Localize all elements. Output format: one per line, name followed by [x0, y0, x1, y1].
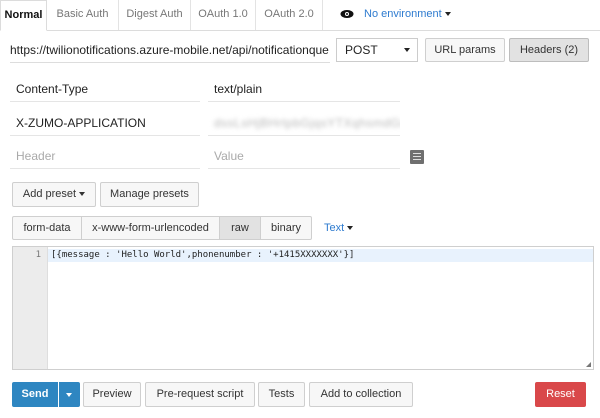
url-params-button[interactable]: URL params — [425, 38, 505, 62]
tab-oauth-1[interactable]: OAuth 1.0 — [191, 0, 256, 30]
send-button[interactable]: Send — [12, 382, 58, 407]
reset-button[interactable]: Reset — [535, 382, 586, 407]
add-preset-label: Add preset — [22, 188, 77, 200]
eye-icon — [340, 10, 354, 18]
pre-request-script-button[interactable]: Pre-request script — [145, 382, 255, 407]
auth-tab-bar: Normal Basic Auth Digest Auth OAuth 1.0 … — [0, 0, 600, 31]
tab-basic-auth[interactable]: Basic Auth — [47, 0, 119, 30]
tab-normal[interactable]: Normal — [0, 0, 47, 31]
headers-button[interactable]: Headers (2) — [509, 38, 589, 62]
line-number: 1 — [35, 250, 41, 260]
environment-label: No environment — [364, 8, 442, 20]
header-value-input[interactable]: dssLsHjBHrtpbGjqsYTXqhsmdGaGx — [208, 110, 400, 136]
header-key-input[interactable]: X-ZUMO-APPLICATION — [10, 110, 200, 136]
body-mode-urlencoded[interactable]: x-www-form-urlencoded — [81, 216, 220, 240]
editor-gutter: 1 — [13, 247, 48, 369]
chevron-down-icon — [66, 393, 72, 397]
new-header-key-input[interactable]: Header — [10, 143, 200, 169]
raw-body-editor[interactable]: 1 [{message : 'Hello World',phonenumber … — [12, 246, 594, 370]
body-mode-raw[interactable]: raw — [219, 216, 261, 240]
text-mode-label: Text — [324, 222, 345, 234]
method-select[interactable]: POST — [336, 38, 418, 62]
add-preset-button[interactable]: Add preset — [12, 182, 96, 207]
tab-digest-auth[interactable]: Digest Auth — [119, 0, 191, 30]
header-value-redacted: dssLsHjBHrtpbGjqsYTXqhsmdGaGx — [214, 116, 400, 130]
body-mode-binary[interactable]: binary — [260, 216, 312, 240]
manage-presets-button[interactable]: Manage presets — [100, 182, 199, 207]
environment-selector[interactable]: No environment — [338, 0, 451, 30]
chevron-down-icon — [444, 12, 451, 17]
tests-button[interactable]: Tests — [258, 382, 305, 407]
add-to-collection-button[interactable]: Add to collection — [309, 382, 413, 407]
body-mode-form-data[interactable]: form-data — [12, 216, 82, 240]
bulk-edit-icon[interactable] — [410, 150, 424, 164]
chevron-down-icon — [79, 192, 86, 197]
method-value: POST — [345, 43, 378, 57]
header-key-input[interactable]: Content-Type — [10, 76, 200, 102]
resize-handle-icon[interactable] — [586, 362, 591, 367]
url-input[interactable]: https://twilionotifications.azure-mobile… — [10, 38, 330, 63]
editor-content[interactable]: [{message : 'Hello World',phonenumber : … — [51, 250, 354, 260]
tab-oauth-2[interactable]: OAuth 2.0 — [256, 0, 323, 30]
preview-button[interactable]: Preview — [83, 382, 141, 407]
text-mode-dropdown[interactable]: Text — [324, 216, 354, 240]
chevron-down-icon — [347, 226, 354, 231]
header-value-input[interactable]: text/plain — [208, 76, 400, 102]
new-header-value-input[interactable]: Value — [208, 143, 400, 169]
chevron-down-icon — [404, 48, 410, 52]
send-options-button[interactable] — [59, 382, 80, 407]
